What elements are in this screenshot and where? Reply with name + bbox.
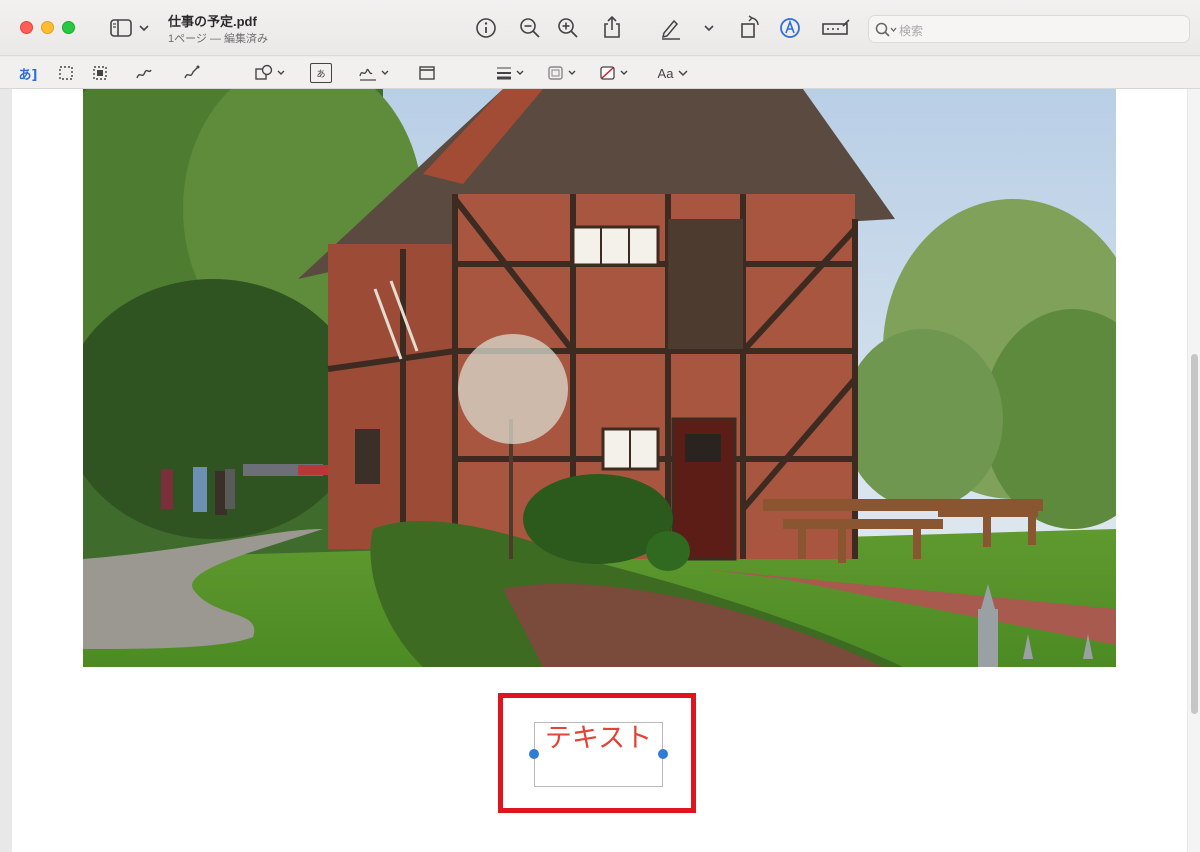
border-color-icon[interactable]	[546, 63, 582, 83]
text-annotation-content[interactable]: テキスト	[534, 722, 663, 756]
highlight-pen-icon[interactable]	[658, 15, 684, 41]
sidebar-toggle-button[interactable]	[108, 16, 152, 40]
search-icon	[875, 22, 897, 37]
chevron-down-icon[interactable]	[700, 18, 718, 38]
text-selection-tool-icon[interactable]: あ]	[16, 63, 40, 83]
fullscreen-window-button[interactable]	[62, 21, 75, 34]
info-icon[interactable]	[474, 16, 498, 40]
sketch-icon[interactable]	[134, 63, 154, 83]
title-bar: 仕事の予定.pdf 1ページ — 編集済み 検索	[0, 0, 1200, 56]
shapes-icon[interactable]	[253, 63, 289, 83]
pdf-page: テキスト	[12, 89, 1187, 852]
document-title[interactable]: 仕事の予定.pdf	[168, 11, 257, 30]
resize-handle-left[interactable]	[529, 749, 539, 759]
line-style-icon[interactable]	[494, 63, 530, 83]
annotate-icon[interactable]	[820, 17, 852, 39]
house-photo-image	[83, 89, 1116, 667]
search-field[interactable]: 検索	[868, 15, 1190, 43]
minimize-window-button[interactable]	[41, 21, 54, 34]
sidebar-icon	[110, 19, 149, 37]
document-subtitle: 1ページ — 編集済み	[168, 33, 269, 45]
share-icon[interactable]	[600, 14, 624, 40]
rotate-icon[interactable]	[738, 14, 762, 40]
scrollbar-thumb[interactable]	[1191, 354, 1198, 714]
text-box-icon[interactable]: あ	[310, 63, 332, 83]
zoom-in-icon[interactable]	[556, 16, 580, 40]
zoom-out-icon[interactable]	[518, 16, 542, 40]
draw-icon[interactable]	[182, 63, 202, 83]
resize-handle-right[interactable]	[658, 749, 668, 759]
markup-toolbar: あ] あ Aa	[0, 57, 1200, 89]
page-note-icon[interactable]	[416, 63, 438, 83]
markup-icon[interactable]	[778, 16, 802, 40]
close-window-button[interactable]	[20, 21, 33, 34]
text-style-label: Aa	[657, 65, 674, 81]
rectangular-selection-icon[interactable]	[56, 63, 76, 83]
instant-alpha-icon[interactable]	[90, 63, 110, 83]
sign-icon[interactable]	[357, 63, 393, 83]
fill-color-icon[interactable]	[598, 63, 634, 83]
text-style-button[interactable]: Aa	[654, 63, 694, 83]
document-area: テキスト	[0, 89, 1200, 852]
search-placeholder: 検索	[899, 24, 924, 38]
chevron-down-icon	[678, 70, 688, 77]
page-photo	[83, 89, 1116, 667]
